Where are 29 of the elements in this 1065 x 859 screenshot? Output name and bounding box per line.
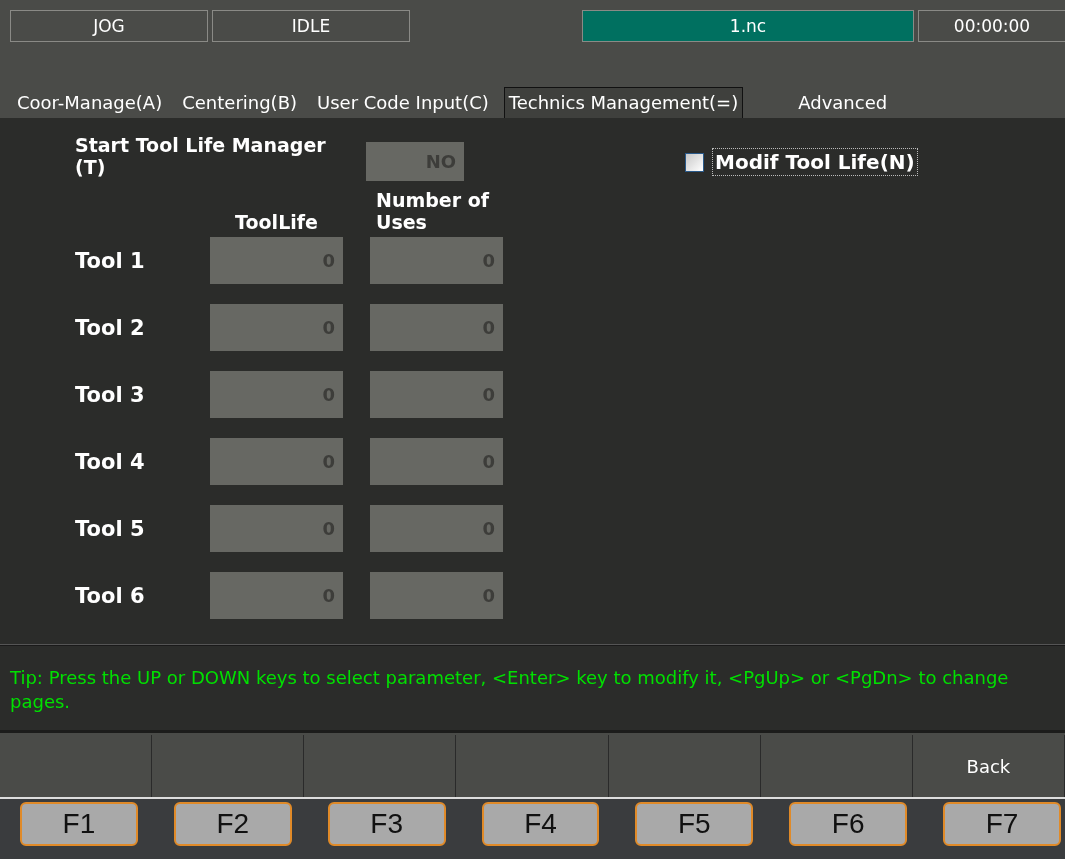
- function-key[interactable]: F3: [327, 802, 446, 846]
- softkey-label[interactable]: Back: [912, 735, 1065, 797]
- status-cell: 00:00:00: [918, 10, 1065, 42]
- tool-label: Tool 1: [75, 248, 146, 273]
- tab[interactable]: User Code Input(C): [312, 87, 494, 118]
- function-key[interactable]: F6: [789, 802, 908, 846]
- checkbox[interactable]: [685, 152, 704, 172]
- function-key[interactable]: F1: [20, 802, 138, 846]
- function-key[interactable]: F4: [481, 802, 600, 846]
- column-header: ToolLife: [234, 211, 319, 233]
- tool-label: Tool 3: [75, 382, 146, 407]
- file-name-cell: 1.nc: [582, 10, 914, 42]
- status-cell: JOG: [10, 10, 208, 42]
- tab[interactable]: Coor-Manage(A): [12, 87, 168, 118]
- tool-label: Tool 4: [75, 449, 146, 474]
- column-header: Number of Uses: [376, 189, 491, 233]
- status-cell: IDLE: [212, 10, 410, 42]
- tool-label: Tool 2: [75, 315, 146, 340]
- function-key[interactable]: F5: [635, 802, 754, 846]
- checkbox-label[interactable]: Modif Tool Life(N): [712, 148, 918, 176]
- tool-label: Tool 6: [75, 583, 146, 608]
- tip-text: Tip: Press the UP or DOWN keys to select parameter, <Enter> key to modify it, <PgUp> or <PgDn> to change pages.: [0, 645, 1065, 733]
- tab[interactable]: Technics Management(=): [503, 87, 744, 118]
- tool-label: Tool 5: [75, 516, 146, 541]
- tab[interactable]: Advanced: [793, 87, 893, 118]
- function-key[interactable]: F2: [173, 802, 292, 846]
- function-key[interactable]: F7: [943, 802, 1061, 846]
- tab[interactable]: Centering(B): [177, 87, 302, 118]
- start-manager-label: Start Tool Life Manager (T): [75, 134, 327, 178]
